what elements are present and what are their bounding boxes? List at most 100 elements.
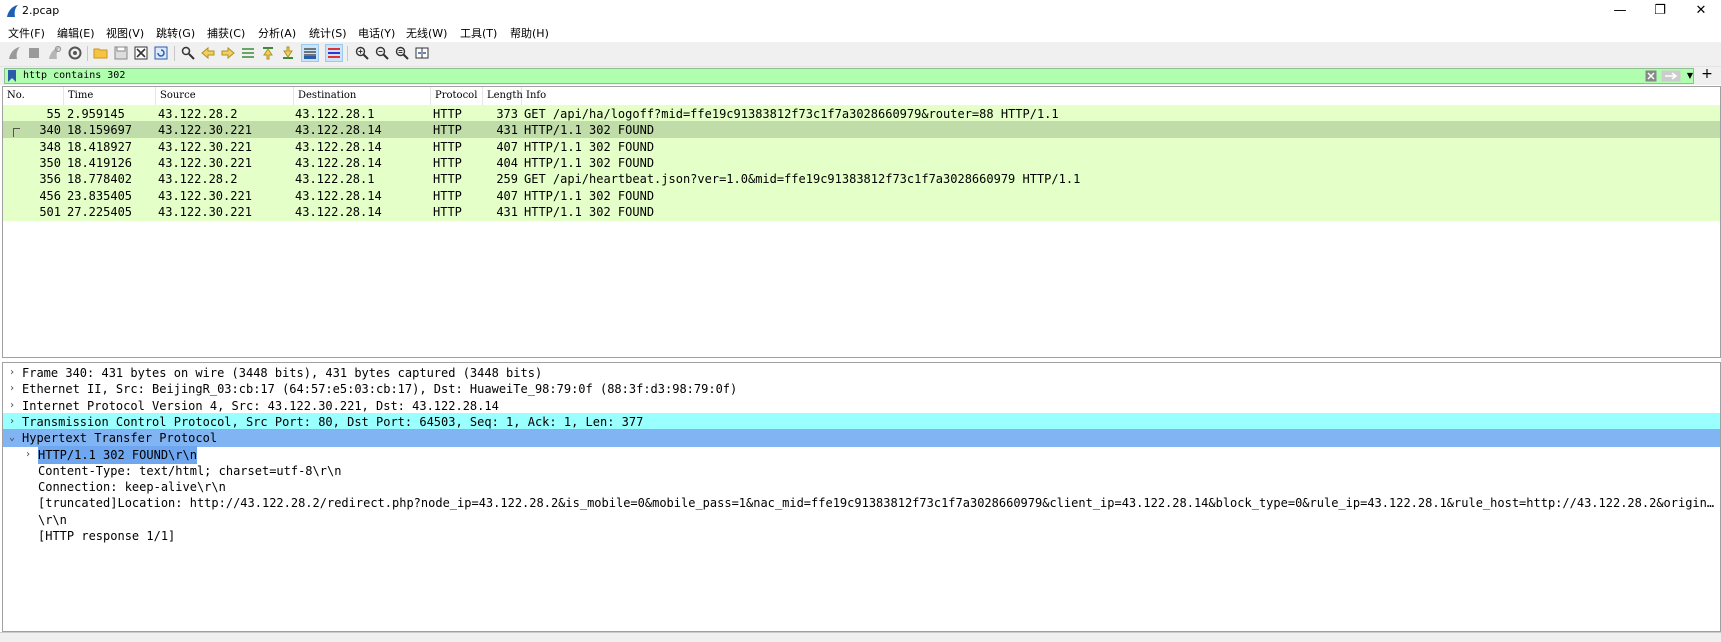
resize-columns-icon[interactable] <box>414 45 430 61</box>
column-header-info[interactable]: Info <box>522 87 1720 105</box>
detail-tree-item[interactable]: › Frame 340: 431 bytes on wire (3448 bits… <box>3 364 1720 382</box>
expand-arrow-icon[interactable]: › <box>7 364 17 382</box>
filter-history-dropdown-icon[interactable]: ▼ <box>1685 70 1695 82</box>
stop-icon[interactable] <box>26 45 42 61</box>
collapse-arrow-icon[interactable]: ⌄ <box>7 429 17 447</box>
detail-tree-item[interactable]: Content-Type: text/html; charset=utf-8\r… <box>3 462 1720 480</box>
cell-source: 43.122.28.2 <box>158 107 238 121</box>
cell-info: HTTP/1.1 302 FOUND <box>524 139 655 154</box>
cell-time: 18.159697 <box>67 123 133 138</box>
detail-tree-item[interactable]: › Internet Protocol Version 4, Src: 43.12… <box>3 397 1720 415</box>
cell-time: 27.225405 <box>67 204 133 219</box>
menu-statistics[interactable]: 统计(S) <box>309 25 347 41</box>
cell-protocol: HTTP <box>433 139 462 154</box>
menu-view[interactable]: 视图(V) <box>106 25 144 41</box>
cell-info: HTTP/1.1 302 FOUND <box>524 123 655 138</box>
menu-help[interactable]: 帮助(H) <box>510 25 549 41</box>
column-header-destination[interactable]: Destination <box>294 87 431 105</box>
reload-icon[interactable] <box>153 45 169 61</box>
detail-tree-item[interactable]: › Ethernet II, Src: BeijingR_03:cb:17 (64… <box>3 380 1720 398</box>
expand-arrow-icon[interactable]: › <box>7 397 17 415</box>
cell-no: 340 <box>39 123 61 138</box>
packet-row[interactable]: 356 18.778402 43.122.28.2 43.122.28.1 HTTP 25… <box>3 170 1720 189</box>
zoom-normal-icon[interactable] <box>394 45 410 61</box>
cell-length: 407 <box>496 188 518 203</box>
column-header-source[interactable]: Source <box>156 87 294 105</box>
cell-info: GET /api/heartbeat.json?ver=1.0&mid=ffe1… <box>524 172 1081 187</box>
back-arrow-icon[interactable] <box>200 45 216 61</box>
expand-arrow-icon[interactable]: › <box>7 380 17 398</box>
packet-list[interactable]: No. Time Source Destination Protocol Len… <box>2 86 1721 358</box>
expand-arrow-icon[interactable]: › <box>7 413 17 431</box>
cell-no: 501 <box>39 204 61 219</box>
clear-filter-icon[interactable] <box>1645 70 1657 82</box>
autoscroll-icon[interactable] <box>301 44 319 62</box>
forward-arrow-icon[interactable] <box>220 45 236 61</box>
toolbar-separator <box>347 46 348 61</box>
cell-destination: 43.122.28.14 <box>295 123 382 138</box>
detail-tree-item[interactable]: [HTTP response 1/1] <box>3 527 1720 545</box>
close-file-icon[interactable] <box>133 45 149 61</box>
apply-filter-arrow-icon[interactable] <box>1661 70 1681 82</box>
close-button[interactable]: ✕ <box>1679 0 1721 22</box>
cell-no: 356 <box>39 172 61 187</box>
display-filter-input[interactable]: http contains 302 ▼ <box>4 68 1694 84</box>
detail-tree-item[interactable]: Connection: keep-alive\r\n <box>3 478 1720 496</box>
packet-row[interactable]: 340 18.159697 43.122.30.221 43.122.28.14 HTT… <box>3 121 1720 140</box>
maximize-button[interactable]: ❐ <box>1638 0 1682 22</box>
bookmark-icon[interactable] <box>7 70 17 82</box>
add-filter-button-icon[interactable]: + <box>1700 67 1714 82</box>
menu-edit[interactable]: 编辑(E) <box>57 25 95 41</box>
menu-analyze[interactable]: 分析(A) <box>258 25 296 41</box>
detail-tree-item[interactable]: ⌄ Hypertext Transfer Protocol <box>3 429 1720 448</box>
cell-info: HTTP/1.1 302 FOUND <box>524 188 655 203</box>
colorize-icon[interactable] <box>325 44 343 62</box>
column-header-no[interactable]: No. <box>3 87 64 105</box>
shark-start-icon[interactable] <box>6 45 22 61</box>
wireshark-fin-icon <box>7 5 18 17</box>
detail-tree-label: [HTTP response 1/1] <box>38 529 176 543</box>
menu-telephony[interactable]: 电话(Y) <box>358 25 395 41</box>
packet-details[interactable]: › Frame 340: 431 bytes on wire (3448 bits… <box>2 362 1721 632</box>
packet-row[interactable]: 55 2.959145 43.122.28.2 43.122.28.1 HTTP 373 G… <box>3 105 1720 123</box>
menu-tools[interactable]: 工具(T) <box>460 25 497 41</box>
find-icon[interactable] <box>180 45 196 61</box>
packet-row[interactable]: 348 18.418927 43.122.30.221 43.122.28.14 HTT… <box>3 137 1720 156</box>
save-icon[interactable] <box>113 45 129 61</box>
restart-icon[interactable] <box>46 45 62 61</box>
cell-info: HTTP/1.1 302 FOUND <box>524 155 655 170</box>
menu-wireless[interactable]: 无线(W) <box>406 25 447 41</box>
packet-row[interactable]: 501 27.225405 43.122.30.221 43.122.28.14 HTT… <box>3 202 1720 221</box>
detail-tree-item[interactable]: › Transmission Control Protocol, Src Port… <box>3 412 1720 431</box>
column-header-time[interactable]: Time <box>64 87 156 105</box>
options-gear-icon[interactable] <box>67 45 83 61</box>
packet-row[interactable]: 456 23.835405 43.122.30.221 43.122.28.14 HTT… <box>3 186 1720 205</box>
menu-go[interactable]: 跳转(G) <box>156 25 195 41</box>
column-header-protocol[interactable]: Protocol <box>431 87 483 105</box>
cell-protocol: HTTP <box>433 107 462 121</box>
minimize-button[interactable]: — <box>1598 0 1642 22</box>
detail-tree-item[interactable]: › HTTP/1.1 302 FOUND\r\n <box>3 445 1720 464</box>
detail-tree-label: HTTP/1.1 302 FOUND\r\n <box>38 445 197 464</box>
detail-tree-item[interactable]: [truncated]Location: http://43.122.28.2/… <box>3 494 1720 512</box>
zoom-out-icon[interactable] <box>374 45 390 61</box>
go-to-packet-icon[interactable] <box>240 45 256 61</box>
open-folder-icon[interactable] <box>93 45 109 61</box>
cell-time: 18.418927 <box>67 139 133 154</box>
detail-tree-label: Content-Type: text/html; charset=utf-8\r… <box>38 463 342 478</box>
packet-row[interactable]: 350 18.419126 43.122.30.221 43.122.28.14 HTT… <box>3 153 1720 172</box>
detail-tree-item[interactable]: \r\n <box>3 511 1720 529</box>
last-packet-icon[interactable] <box>280 45 296 61</box>
cell-no: 55 <box>46 107 61 121</box>
expand-arrow-icon[interactable]: › <box>23 446 33 464</box>
menu-file[interactable]: 文件(F) <box>8 25 45 41</box>
zoom-in-icon[interactable] <box>354 45 370 61</box>
first-packet-icon[interactable] <box>260 45 276 61</box>
cell-source: 43.122.28.2 <box>158 172 238 187</box>
column-header-length[interactable]: Length <box>483 87 523 105</box>
cell-protocol: HTTP <box>433 155 462 170</box>
menu-capture[interactable]: 捕获(C) <box>207 25 245 41</box>
cell-destination: 43.122.28.14 <box>295 139 382 154</box>
cell-length: 431 <box>496 204 518 219</box>
cell-length: 259 <box>496 172 518 187</box>
